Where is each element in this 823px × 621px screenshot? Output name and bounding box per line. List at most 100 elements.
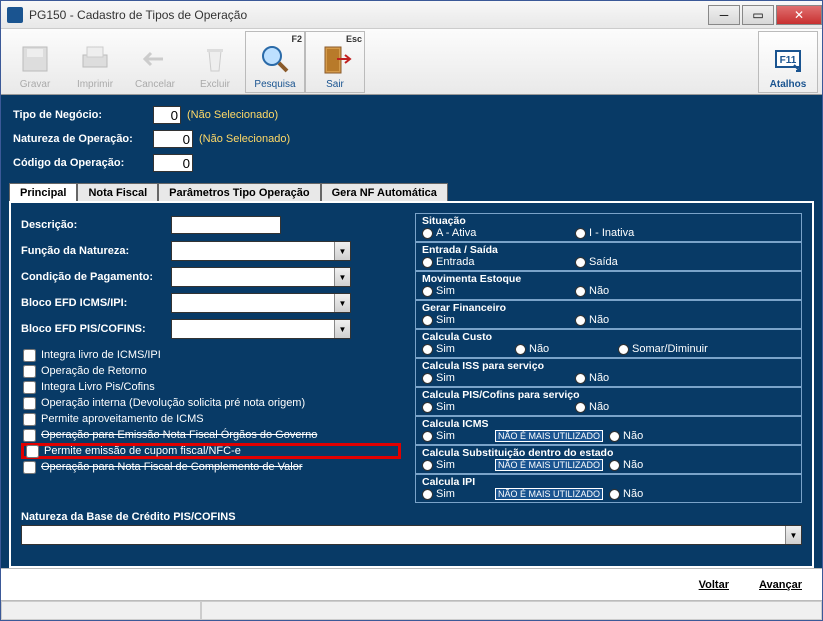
- tipo-negocio-label: Tipo de Negócio:: [13, 109, 153, 121]
- bloco-pis-label: Bloco EFD PIS/COFINS:: [21, 323, 171, 335]
- radio-ipi-sim[interactable]: Sim: [422, 488, 492, 500]
- chevron-down-icon: ▼: [334, 268, 350, 286]
- badge-deprecated: NÃO É MAIS UTILIZADO: [495, 488, 603, 500]
- nat-base-row: Natureza da Base de Crédito PIS/COFINS ▼: [21, 511, 802, 545]
- imprimir-button[interactable]: Imprimir: [65, 31, 125, 93]
- funcao-natureza-label: Função da Natureza:: [21, 245, 171, 257]
- radio-icms-nao[interactable]: Não: [609, 430, 679, 442]
- check-op-retorno[interactable]: Operação de Retorno: [21, 363, 401, 379]
- group-entrada-saida: Entrada / Saída Entrada Saída: [415, 242, 802, 271]
- check-permite-icms[interactable]: Permite aproveitamento de ICMS: [21, 411, 401, 427]
- radio-saida[interactable]: Saída: [575, 256, 645, 268]
- tab-gera-nf[interactable]: Gera NF Automática: [321, 183, 448, 201]
- radio-mov-sim[interactable]: Sim: [422, 285, 572, 297]
- save-icon: [17, 41, 53, 77]
- group-mov-estoque: Movimenta Estoque Sim Não: [415, 271, 802, 300]
- radio-entrada[interactable]: Entrada: [422, 256, 572, 268]
- group-gerar-fin: Gerar Financeiro Sim Não: [415, 300, 802, 329]
- group-calc-icms: Calcula ICMS Sim NÃO É MAIS UTILIZADO Nã…: [415, 416, 802, 445]
- descricao-input[interactable]: [171, 216, 281, 234]
- exit-icon: [317, 41, 353, 77]
- window-title: PG150 - Cadastro de Tipos de Operação: [29, 8, 706, 22]
- toolbar: Gravar Imprimir Cancelar Excluir F2 Pesq…: [1, 29, 822, 95]
- bloco-pis-select[interactable]: ▼: [171, 319, 351, 339]
- atalhos-button[interactable]: F11 Atalhos: [758, 31, 818, 93]
- print-icon: [77, 41, 113, 77]
- tabs-area: Principal Nota Fiscal Parâmetros Tipo Op…: [1, 183, 822, 568]
- check-op-emissao-gov[interactable]: Operação para Emissão Nota Fiscal Órgãos…: [21, 427, 401, 443]
- app-icon: [7, 7, 23, 23]
- tab-principal[interactable]: Principal: [9, 183, 77, 201]
- check-integra-icms[interactable]: Integra livro de ICMS/IPI: [21, 347, 401, 363]
- header-panel: Tipo de Negócio: (Não Selecionado) Natur…: [1, 95, 822, 183]
- radio-situacao-inativa[interactable]: I - Inativa: [575, 227, 645, 239]
- radio-mov-nao[interactable]: Não: [575, 285, 645, 297]
- natureza-label: Natureza de Operação:: [13, 133, 153, 145]
- check-permite-cupom[interactable]: Permite emissão de cupom fiscal/NFC-e: [21, 443, 401, 459]
- radio-fin-sim[interactable]: Sim: [422, 314, 572, 326]
- natureza-input[interactable]: [153, 130, 193, 148]
- group-situacao: Situação A - Ativa I - Inativa: [415, 213, 802, 242]
- tab-strip: Principal Nota Fiscal Parâmetros Tipo Op…: [9, 183, 814, 201]
- radio-custo-somar[interactable]: Somar/Diminuir: [618, 343, 708, 355]
- gravar-button[interactable]: Gravar: [5, 31, 65, 93]
- titlebar: PG150 - Cadastro de Tipos de Operação ─ …: [1, 1, 822, 29]
- chevron-down-icon: ▼: [334, 242, 350, 260]
- group-calc-sub: Calcula Substituição dentro do estado Si…: [415, 445, 802, 474]
- nat-base-label: Natureza da Base de Crédito PIS/COFINS: [21, 511, 802, 523]
- minimize-button[interactable]: ─: [708, 5, 740, 25]
- badge-deprecated: NÃO É MAIS UTILIZADO: [495, 430, 603, 442]
- check-op-interna[interactable]: Operação interna (Devolução solicita pré…: [21, 395, 401, 411]
- tab-content-principal: Descrição: Função da Natureza: ▼ Condiçã…: [9, 201, 814, 568]
- maximize-button[interactable]: ▭: [742, 5, 774, 25]
- pesquisa-button[interactable]: F2 Pesquisa: [245, 31, 305, 93]
- avancar-button[interactable]: Avançar: [759, 579, 802, 591]
- descricao-label: Descrição:: [21, 219, 171, 231]
- group-calc-ipi: Calcula IPI Sim NÃO É MAIS UTILIZADO Não: [415, 474, 802, 503]
- tab-nota-fiscal[interactable]: Nota Fiscal: [77, 183, 158, 201]
- radio-fin-nao[interactable]: Não: [575, 314, 645, 326]
- app-window: PG150 - Cadastro de Tipos de Operação ─ …: [0, 0, 823, 621]
- cancel-icon: [137, 41, 173, 77]
- chevron-down-icon: ▼: [334, 320, 350, 338]
- search-icon: [257, 41, 293, 77]
- radio-iss-nao[interactable]: Não: [575, 372, 645, 384]
- tab-parametros[interactable]: Parâmetros Tipo Operação: [158, 183, 320, 201]
- radio-sub-sim[interactable]: Sim: [422, 459, 492, 471]
- svg-text:F11: F11: [780, 55, 797, 66]
- sair-button[interactable]: Esc Sair: [305, 31, 365, 93]
- close-button[interactable]: ✕: [776, 5, 822, 25]
- chevron-down-icon: ▼: [334, 294, 350, 312]
- radio-pisserv-nao[interactable]: Não: [575, 401, 645, 413]
- codigo-input[interactable]: [153, 154, 193, 172]
- funcao-natureza-select[interactable]: ▼: [171, 241, 351, 261]
- radio-sub-nao[interactable]: Não: [609, 459, 679, 471]
- cond-pagamento-select[interactable]: ▼: [171, 267, 351, 287]
- radio-custo-nao[interactable]: Não: [515, 343, 615, 355]
- codigo-label: Código da Operação:: [13, 157, 153, 169]
- cond-pagamento-label: Condição de Pagamento:: [21, 271, 171, 283]
- radio-ipi-nao[interactable]: Não: [609, 488, 679, 500]
- radio-iss-sim[interactable]: Sim: [422, 372, 572, 384]
- group-calc-iss: Calcula ISS para serviço Sim Não: [415, 358, 802, 387]
- nat-base-select[interactable]: ▼: [21, 525, 802, 545]
- status-bar: [1, 600, 822, 620]
- excluir-button[interactable]: Excluir: [185, 31, 245, 93]
- radio-custo-sim[interactable]: Sim: [422, 343, 512, 355]
- voltar-button[interactable]: Voltar: [699, 579, 729, 591]
- bloco-icms-select[interactable]: ▼: [171, 293, 351, 313]
- check-integra-pis[interactable]: Integra Livro Pis/Cofins: [21, 379, 401, 395]
- bloco-icms-label: Bloco EFD ICMS/IPI:: [21, 297, 171, 309]
- tipo-negocio-input[interactable]: [153, 106, 181, 124]
- window-controls: ─ ▭ ✕: [706, 5, 822, 25]
- tipo-negocio-hint: (Não Selecionado): [187, 109, 278, 121]
- radio-icms-sim[interactable]: Sim: [422, 430, 492, 442]
- delete-icon: [197, 41, 233, 77]
- cancelar-button[interactable]: Cancelar: [125, 31, 185, 93]
- check-op-complemento[interactable]: Operação para Nota Fiscal de Complemento…: [21, 459, 401, 475]
- radio-pisserv-sim[interactable]: Sim: [422, 401, 572, 413]
- radio-situacao-ativa[interactable]: A - Ativa: [422, 227, 572, 239]
- right-column: Situação A - Ativa I - Inativa Entrada /…: [415, 213, 802, 503]
- group-calc-pis-serv: Calcula PIS/Cofins para serviço Sim Não: [415, 387, 802, 416]
- left-column: Descrição: Função da Natureza: ▼ Condiçã…: [21, 213, 401, 503]
